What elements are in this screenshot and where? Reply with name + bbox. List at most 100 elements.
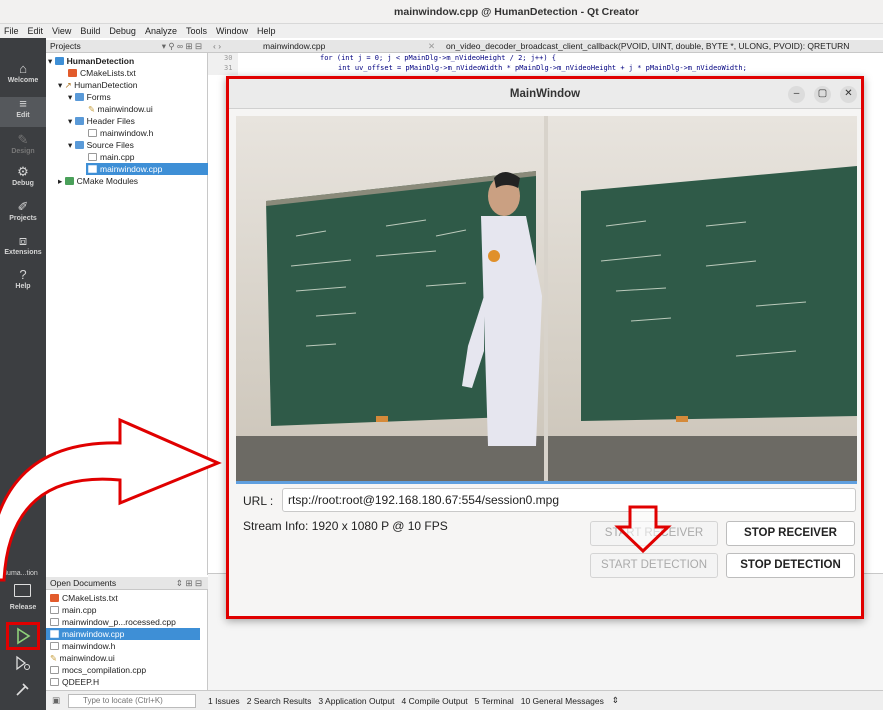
- tree-label: Source Files: [86, 140, 134, 150]
- extensions-icon: ⧈: [18, 233, 28, 248]
- debug-icon: ⚙: [17, 164, 29, 179]
- open-doc-item[interactable]: mocs_compilation.cpp: [50, 664, 146, 676]
- output-tab-general-messages[interactable]: 10 General Messages: [521, 696, 604, 706]
- cpp-file-icon: [50, 666, 59, 674]
- tree-item-cmakelists[interactable]: CMakeLists.txt: [68, 67, 136, 79]
- video-display: [236, 116, 857, 481]
- start-detection-button[interactable]: START DETECTION: [590, 553, 718, 578]
- tree-label: main.cpp: [100, 152, 135, 162]
- doc-label: mainwindow.ui: [59, 653, 115, 663]
- open-doc-item[interactable]: mainwindow.h: [50, 640, 115, 652]
- tree-item-project[interactable]: ▾ HumanDetection: [48, 55, 134, 67]
- cpp-file-icon: [88, 165, 97, 173]
- open-doc-item[interactable]: mainwindow_p...rocessed.cpp: [50, 616, 176, 628]
- mode-help[interactable]: ? Help: [0, 267, 46, 291]
- stop-detection-button[interactable]: STOP DETECTION: [726, 553, 855, 578]
- tree-item-main-cpp[interactable]: main.cpp: [88, 151, 135, 163]
- cpp-file-icon: [50, 606, 59, 614]
- mode-edit[interactable]: ≡ Edit: [0, 97, 46, 127]
- edit-icon: ≡: [19, 96, 27, 111]
- open-doc-item-selected[interactable]: mainwindow.cpp: [46, 628, 200, 640]
- wrench-icon: ✐: [17, 199, 29, 214]
- function-selector[interactable]: on_video_decoder_broadcast_client_callba…: [446, 40, 849, 53]
- projects-pane-header: Projects ▾ ⚲ ∞ ⊞ ⊟: [46, 40, 208, 53]
- mode-extensions[interactable]: ⧈ Extensions: [0, 233, 46, 257]
- help-icon: ?: [19, 267, 27, 282]
- output-tab-terminal[interactable]: 5 Terminal: [475, 696, 514, 706]
- mode-label: Projects: [9, 215, 37, 222]
- menu-build[interactable]: Build: [80, 26, 100, 36]
- build-hammer-icon[interactable]: [14, 681, 32, 697]
- menu-tools[interactable]: Tools: [186, 26, 207, 36]
- tree-item-target[interactable]: ▾ ↗ HumanDetection: [58, 79, 137, 91]
- tree-item-forms[interactable]: ▾ Forms: [68, 91, 111, 103]
- tree-label: HumanDetection: [74, 80, 138, 90]
- sidebar-toggle-icon[interactable]: ▣: [52, 695, 60, 706]
- filter-icon[interactable]: ▾ ⚲ ∞ ⊞ ⊟: [162, 40, 202, 53]
- mode-label: Help: [15, 283, 31, 290]
- debug-run-icon[interactable]: [14, 655, 32, 671]
- menu-bar: File Edit View Build Debug Analyze Tools…: [0, 24, 883, 38]
- folder-icon: [74, 117, 84, 125]
- window-titlebar: mainwindow.cpp @ HumanDetection - Qt Cre…: [0, 0, 883, 24]
- stream-info: Stream Info: 1920 x 1080 P @ 10 FPS: [243, 519, 448, 533]
- tree-item-cmake-modules[interactable]: ▸ CMake Modules: [58, 175, 138, 187]
- maximize-button[interactable]: ▢: [814, 86, 831, 103]
- open-doc-item[interactable]: ✎ mainwindow.ui: [50, 652, 115, 664]
- video-progress-bar: [236, 481, 857, 484]
- locator-input[interactable]: [68, 693, 197, 708]
- doc-label: QDEEP.H: [62, 677, 100, 687]
- open-documents-list: CMakeLists.txt main.cpp mainwindow_p...r…: [46, 590, 208, 690]
- menu-file[interactable]: File: [4, 26, 19, 36]
- output-tab-search-results[interactable]: 2 Search Results: [247, 696, 312, 706]
- doc-label: mainwindow_p...rocessed.cpp: [62, 617, 176, 627]
- open-doc-item[interactable]: QDEEP.H: [50, 676, 99, 688]
- window-title: mainwindow.cpp @ HumanDetection - Qt Cre…: [394, 6, 639, 18]
- tree-item-header-files[interactable]: ▾ Header Files: [68, 115, 135, 127]
- open-doc-item[interactable]: CMakeLists.txt: [50, 592, 118, 604]
- mode-design[interactable]: ✎ Design: [0, 133, 46, 156]
- file-tab[interactable]: mainwindow.cpp: [263, 40, 325, 53]
- output-tab-application-output[interactable]: 3 Application Output: [318, 696, 394, 706]
- tree-item-source-files[interactable]: ▾ Source Files: [68, 139, 134, 151]
- url-label: URL :: [243, 494, 274, 508]
- code-line: for (int j = 0; j < pMainDlg->m_nVideoHe…: [320, 54, 557, 62]
- annotation-arrow: [0, 417, 222, 582]
- folder-icon: [74, 93, 84, 101]
- tree-label: HumanDetection: [66, 56, 135, 66]
- tree-item-mainwindow-h[interactable]: mainwindow.h: [88, 127, 153, 139]
- menu-edit[interactable]: Edit: [28, 26, 44, 36]
- mode-projects[interactable]: ✐ Projects: [0, 199, 46, 223]
- menu-analyze[interactable]: Analyze: [145, 26, 177, 36]
- mode-welcome[interactable]: ⌂ Welcome: [0, 62, 46, 85]
- close-file-icon[interactable]: ✕: [428, 40, 435, 53]
- dialog-titlebar: MainWindow: [229, 79, 861, 109]
- mode-sidebar: ⌂ Welcome ≡ Edit ✎ Design ⚙ Debug ✐ Projects …: [0, 38, 46, 710]
- h-file-icon: [50, 642, 59, 650]
- minimize-button[interactable]: –: [788, 86, 805, 103]
- menu-window[interactable]: Window: [216, 26, 248, 36]
- run-button[interactable]: [6, 622, 40, 650]
- doc-label: CMakeLists.txt: [62, 593, 118, 603]
- code-line: int uv_offset = pMainDlg->m_nVideoWidth …: [338, 64, 747, 72]
- stop-receiver-button[interactable]: STOP RECEIVER: [726, 521, 855, 546]
- nav-back-icon[interactable]: ‹ ›: [213, 40, 221, 53]
- menu-help[interactable]: Help: [257, 26, 276, 36]
- menu-view[interactable]: View: [52, 26, 71, 36]
- doc-label: main.cpp: [62, 605, 97, 615]
- tree-item-mainwindow-cpp[interactable]: mainwindow.cpp: [86, 163, 208, 175]
- open-doc-item[interactable]: main.cpp: [50, 604, 97, 616]
- close-button[interactable]: ✕: [840, 86, 857, 103]
- output-tab-issues[interactable]: 1 Issues: [208, 696, 240, 706]
- mode-debug[interactable]: ⚙ Debug: [0, 164, 46, 188]
- h-file-icon: [88, 129, 97, 137]
- menu-debug[interactable]: Debug: [109, 26, 136, 36]
- tree-item-mainwindow-ui[interactable]: ✎ mainwindow.ui: [88, 103, 153, 115]
- cpp-file-icon: [88, 153, 97, 161]
- mode-label: Edit: [16, 112, 30, 119]
- url-input[interactable]: rtsp://root:root@192.168.180.67:554/sess…: [282, 488, 856, 512]
- output-tab-compile-output[interactable]: 4 Compile Output: [402, 696, 468, 706]
- tree-label: mainwindow.ui: [97, 104, 153, 114]
- more-tabs-icon[interactable]: ⇕: [612, 695, 619, 706]
- project-icon: [54, 57, 64, 65]
